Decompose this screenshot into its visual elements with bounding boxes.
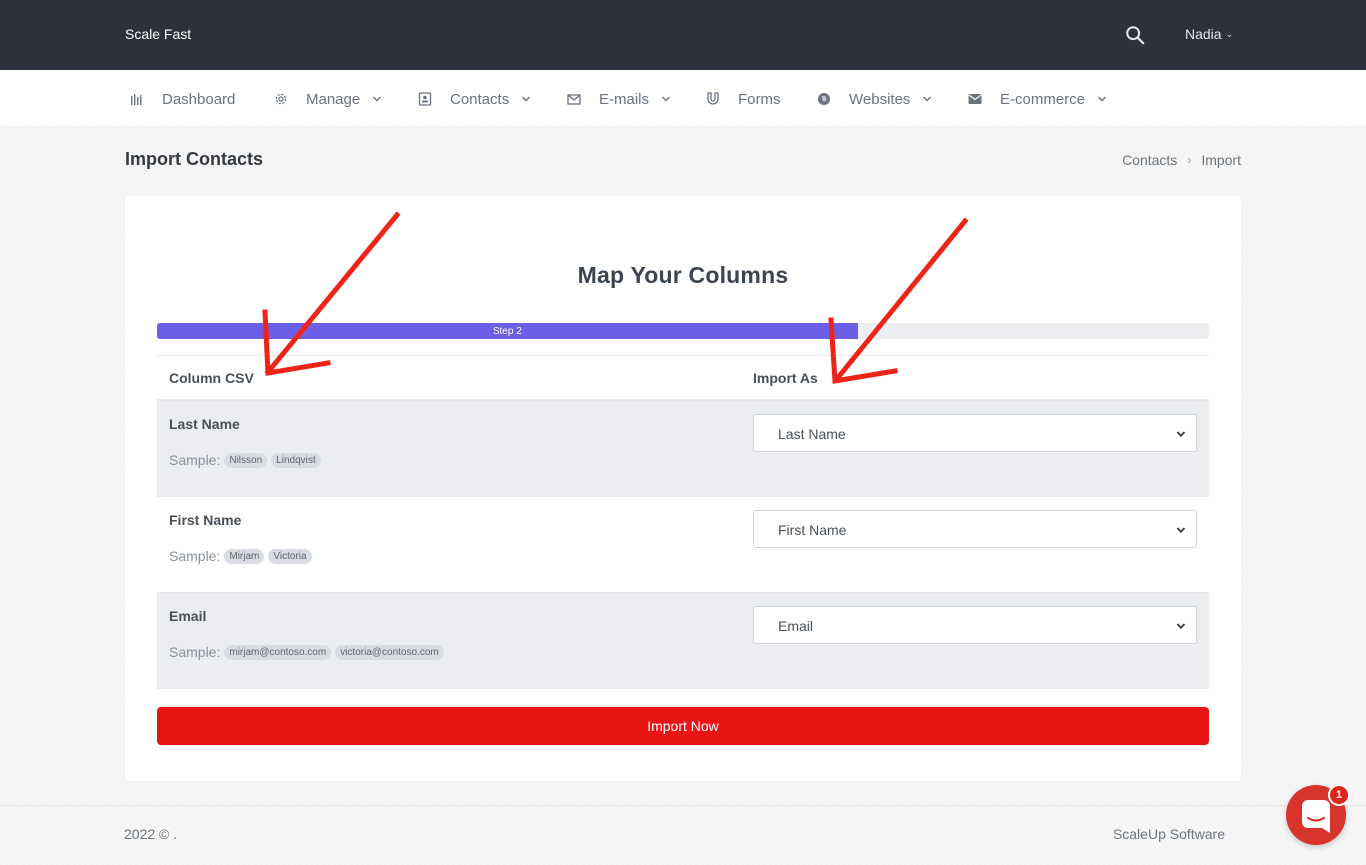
gear-icon [275,93,287,105]
footer-divider [0,805,1366,806]
import-card: Map Your Columns Step 2 Column CSV Impor… [125,196,1241,781]
nav-item-ecommerce[interactable]: E-commerce [968,90,1107,108]
nav-item-dashboard[interactable]: Dashboard [130,90,235,108]
contact-card-icon [418,92,432,106]
breadcrumb: Contacts › Import [1122,152,1241,168]
csv-column-name: Last Name [169,416,240,432]
chevron-down-icon [373,96,382,102]
nav-item-websites[interactable]: Websites [817,90,932,108]
brand-name[interactable]: Scale Fast [125,26,191,42]
sample-chip: Nilsson [224,452,268,468]
bar-chart-icon [131,94,142,105]
breadcrumb-contacts[interactable]: Contacts [1122,152,1177,168]
csv-column-name: Email [169,608,207,624]
table-row: Email Sample: mirjam@contoso.com victori… [157,593,1209,689]
mapping-table: Column CSV Import As Last Name Sample: N… [157,355,1209,689]
sample-chip: Lindqvist [271,452,321,468]
card-heading: Map Your Columns [577,262,789,288]
footer-company: ScaleUp Software [1112,826,1225,842]
nav-label: Dashboard [162,90,236,108]
import-as-select[interactable]: First Name [753,510,1197,548]
nav-label: Manage [306,90,361,108]
sample-label: Sample: [169,452,221,468]
top-bar: Scale Fast Nadia ⌄ [0,0,1366,70]
table-row: Last Name Sample: Nilsson Lindqvist Last… [157,401,1209,497]
chevron-down-icon [923,96,932,102]
envelope-icon [968,94,982,104]
user-name: Nadia [1185,26,1222,42]
sample-values: Sample: mirjam@contoso.com victoria@cont… [169,644,444,660]
sample-chip: Mirjam [224,548,265,564]
chevron-right-icon: › [1187,153,1192,167]
magnet-icon [707,92,719,105]
sample-label: Sample: [169,644,221,660]
table-row: First Name Sample: Mirjam Victoria First… [157,497,1209,593]
select-value: Last Name [778,426,846,442]
sample-values: Sample: Nilsson Lindqvist [169,452,321,468]
select-value: Email [778,618,814,634]
table-header: Column CSV Import As [157,355,1209,401]
footer-copyright: 2022 © . [124,826,178,842]
column-header-import-as: Import As [753,370,818,386]
column-header-csv: Column CSV [169,370,254,386]
sample-chip: victoria@contoso.com [335,644,444,660]
main-nav: Dashboard Manage Contacts E-mails Forms [0,70,1366,127]
nav-label: E-commerce [1000,90,1086,108]
select-value: First Name [778,522,847,538]
sample-label: Sample: [169,548,221,564]
nav-item-manage[interactable]: Manage [274,90,382,108]
chevron-down-icon [1176,527,1186,534]
search-icon[interactable] [1124,24,1146,46]
chat-notification-badge: 1 [1328,784,1350,806]
chevron-down-icon [1098,96,1107,102]
progress-fill: Step 2 [157,323,858,339]
nav-label: Websites [849,90,911,108]
csv-column-name: First Name [169,512,242,528]
globe-icon [818,93,830,105]
nav-label: Forms [738,90,781,108]
nav-item-emails[interactable]: E-mails [567,90,671,108]
chevron-down-icon [522,96,531,102]
progress-bar: Step 2 [157,323,1209,339]
chevron-down-icon: ⌄ [1225,29,1234,39]
nav-label: Contacts [450,90,510,108]
breadcrumb-import: Import [1201,152,1241,168]
import-as-select[interactable]: Email [753,606,1197,644]
chevron-down-icon [662,96,671,102]
user-menu[interactable]: Nadia ⌄ [1185,26,1233,42]
nav-item-forms[interactable]: Forms [706,90,781,108]
sample-chip: mirjam@contoso.com [224,644,332,660]
import-as-select[interactable]: Last Name [753,414,1197,452]
nav-label: E-mails [599,90,650,108]
chevron-down-icon [1176,431,1186,438]
page-title: Import Contacts [125,149,264,169]
chevron-down-icon [1176,623,1186,630]
envelope-open-icon [567,94,581,105]
import-now-button[interactable]: Import Now [157,707,1209,745]
sample-values: Sample: Mirjam Victoria [169,548,312,564]
sample-chip: Victoria [268,548,312,564]
nav-item-contacts[interactable]: Contacts [418,90,531,108]
